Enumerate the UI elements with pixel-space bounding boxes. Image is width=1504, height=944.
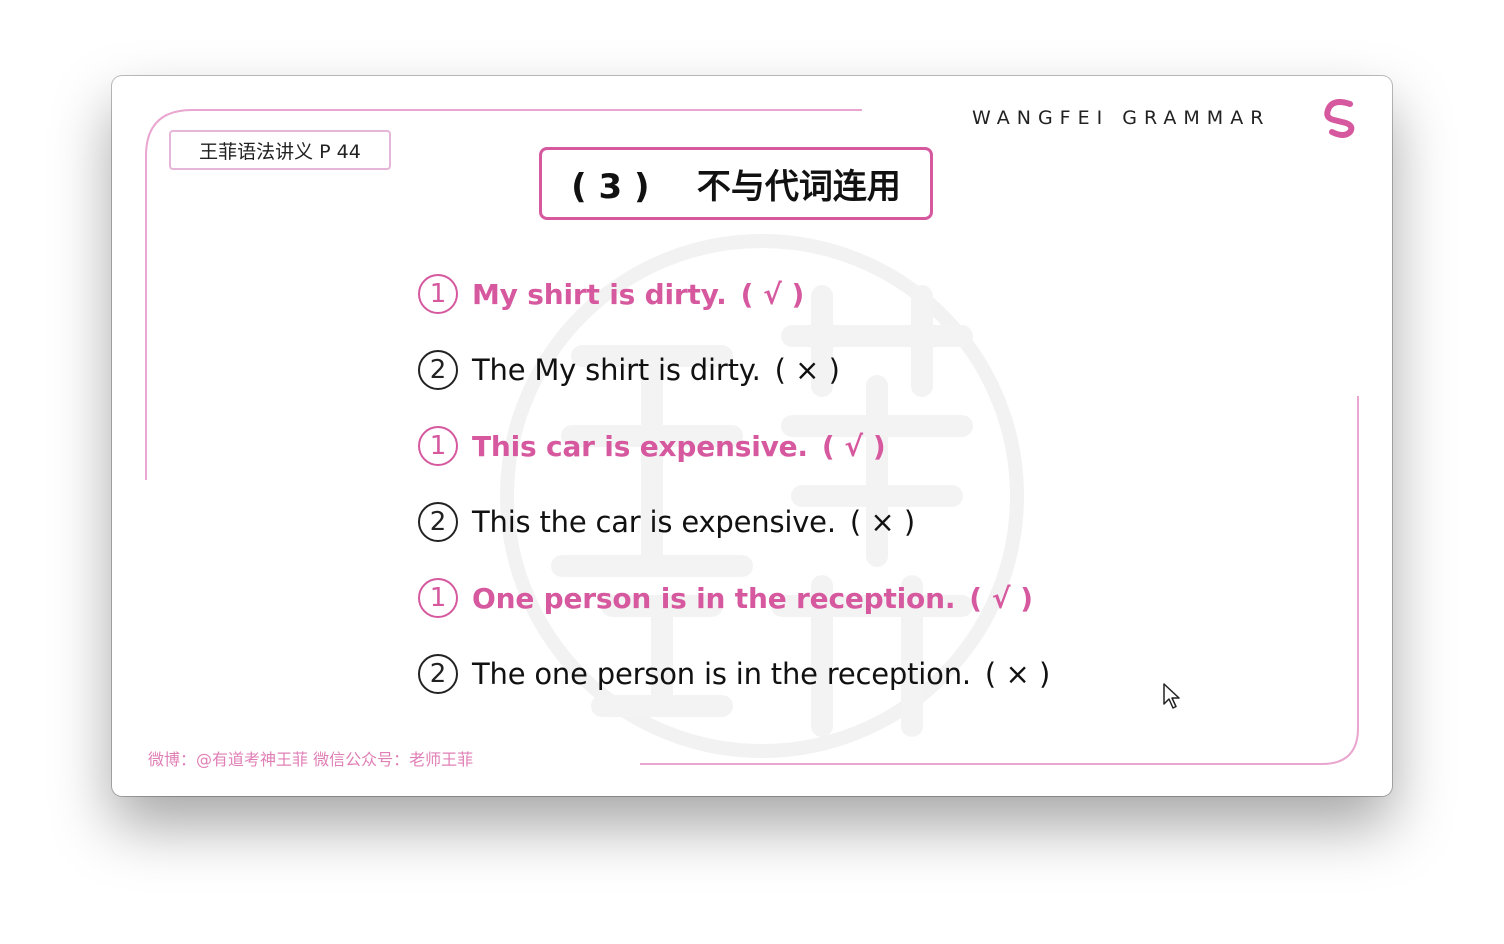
example-row-incorrect: 2 The one person is in the reception. ( … — [418, 646, 1050, 702]
example-sentence: The My shirt is dirty. — [472, 353, 761, 387]
slide[interactable]: 王菲语法讲义 P 44 WANGFEI GRAMMAR ( 3 ) 不与代词连用… — [112, 76, 1392, 796]
example-row-correct: 1 This car is expensive. ( √ ) — [418, 418, 886, 474]
number-badge: 2 — [418, 654, 458, 694]
section-title: ( 3 ) 不与代词连用 — [539, 147, 933, 220]
example-sentence: My shirt is dirty. — [472, 277, 727, 311]
example-row-incorrect: 2 This the car is expensive. ( × ) — [418, 494, 915, 550]
mouse-cursor-icon — [1163, 683, 1180, 709]
example-sentence: The one person is in the reception. — [472, 657, 971, 691]
cross-mark: ( × ) — [984, 657, 1051, 691]
footer-credit: 微博：@有道考神王菲 微信公众号：老师王菲 — [148, 750, 474, 769]
number-badge: 1 — [418, 426, 458, 466]
example-sentence: One person is in the reception. — [472, 581, 956, 615]
presentation-window: 王菲语法讲义 P 44 WANGFEI GRAMMAR ( 3 ) 不与代词连用… — [112, 76, 1392, 796]
page-reference-label: 王菲语法讲义 P 44 — [169, 130, 391, 170]
cross-mark: ( × ) — [849, 505, 916, 539]
number-badge: 2 — [418, 350, 458, 390]
brand-wordmark: WANGFEI GRAMMAR — [972, 107, 1271, 129]
number-badge: 1 — [418, 274, 458, 314]
number-badge: 1 — [418, 578, 458, 618]
check-mark: ( √ ) — [821, 429, 886, 463]
example-sentence: This the car is expensive. — [472, 505, 836, 539]
cross-mark: ( × ) — [774, 353, 840, 387]
example-row-correct: 1 One person is in the reception. ( √ ) — [418, 570, 1033, 626]
example-sentence: This car is expensive. — [472, 429, 808, 463]
example-row-incorrect: 2 The My shirt is dirty. ( × ) — [418, 342, 840, 398]
g-logo-icon — [1324, 99, 1355, 138]
check-mark: ( √ ) — [740, 277, 805, 311]
number-badge: 2 — [418, 502, 458, 542]
check-mark: ( √ ) — [969, 581, 1034, 615]
example-row-correct: 1 My shirt is dirty. ( √ ) — [418, 266, 804, 322]
